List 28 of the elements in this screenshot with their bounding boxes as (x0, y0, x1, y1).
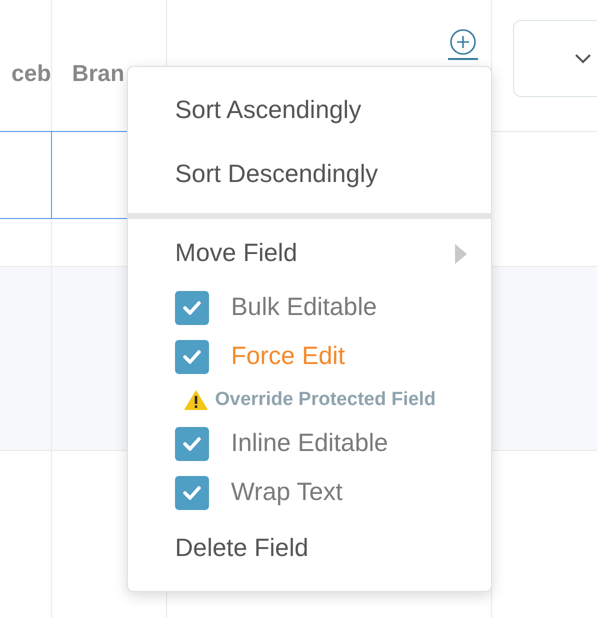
check-icon (183, 436, 201, 450)
column-header-label: Bran (72, 59, 124, 88)
checkbox[interactable] (175, 340, 209, 374)
column-header[interactable]: ceb (0, 0, 52, 131)
checkbox-item[interactable]: Wrap Text (128, 468, 491, 517)
column-header-label: ceb (11, 59, 51, 88)
menu-item[interactable]: Delete Field (128, 517, 491, 581)
checkbox-item[interactable]: Force Edit (128, 332, 491, 381)
warning-icon (183, 389, 209, 411)
checkbox[interactable] (175, 476, 209, 510)
check-icon (183, 486, 201, 500)
checkbox[interactable] (175, 426, 209, 460)
menu-item[interactable]: Move Field (128, 225, 491, 283)
checkbox-label: Inline Editable (231, 428, 388, 459)
add-column-icon[interactable] (448, 29, 478, 60)
menu-item[interactable]: Sort Descendingly (128, 143, 491, 207)
checkbox-label: Wrap Text (231, 476, 343, 508)
check-icon (183, 300, 201, 314)
warning-text: Override Protected Field (215, 388, 436, 412)
menu-item-label: Move Field (175, 238, 298, 270)
checkbox-item[interactable]: Bulk Editable (128, 283, 491, 332)
submenu-arrow-icon (455, 244, 467, 264)
checkbox-label: Force Edit (231, 340, 345, 372)
checkbox-label: Bulk Editable (231, 292, 377, 323)
checkbox[interactable] (175, 290, 209, 324)
check-icon (183, 350, 201, 364)
checkbox-item[interactable]: Inline Editable (128, 419, 491, 468)
chevron-down-icon (575, 54, 591, 64)
